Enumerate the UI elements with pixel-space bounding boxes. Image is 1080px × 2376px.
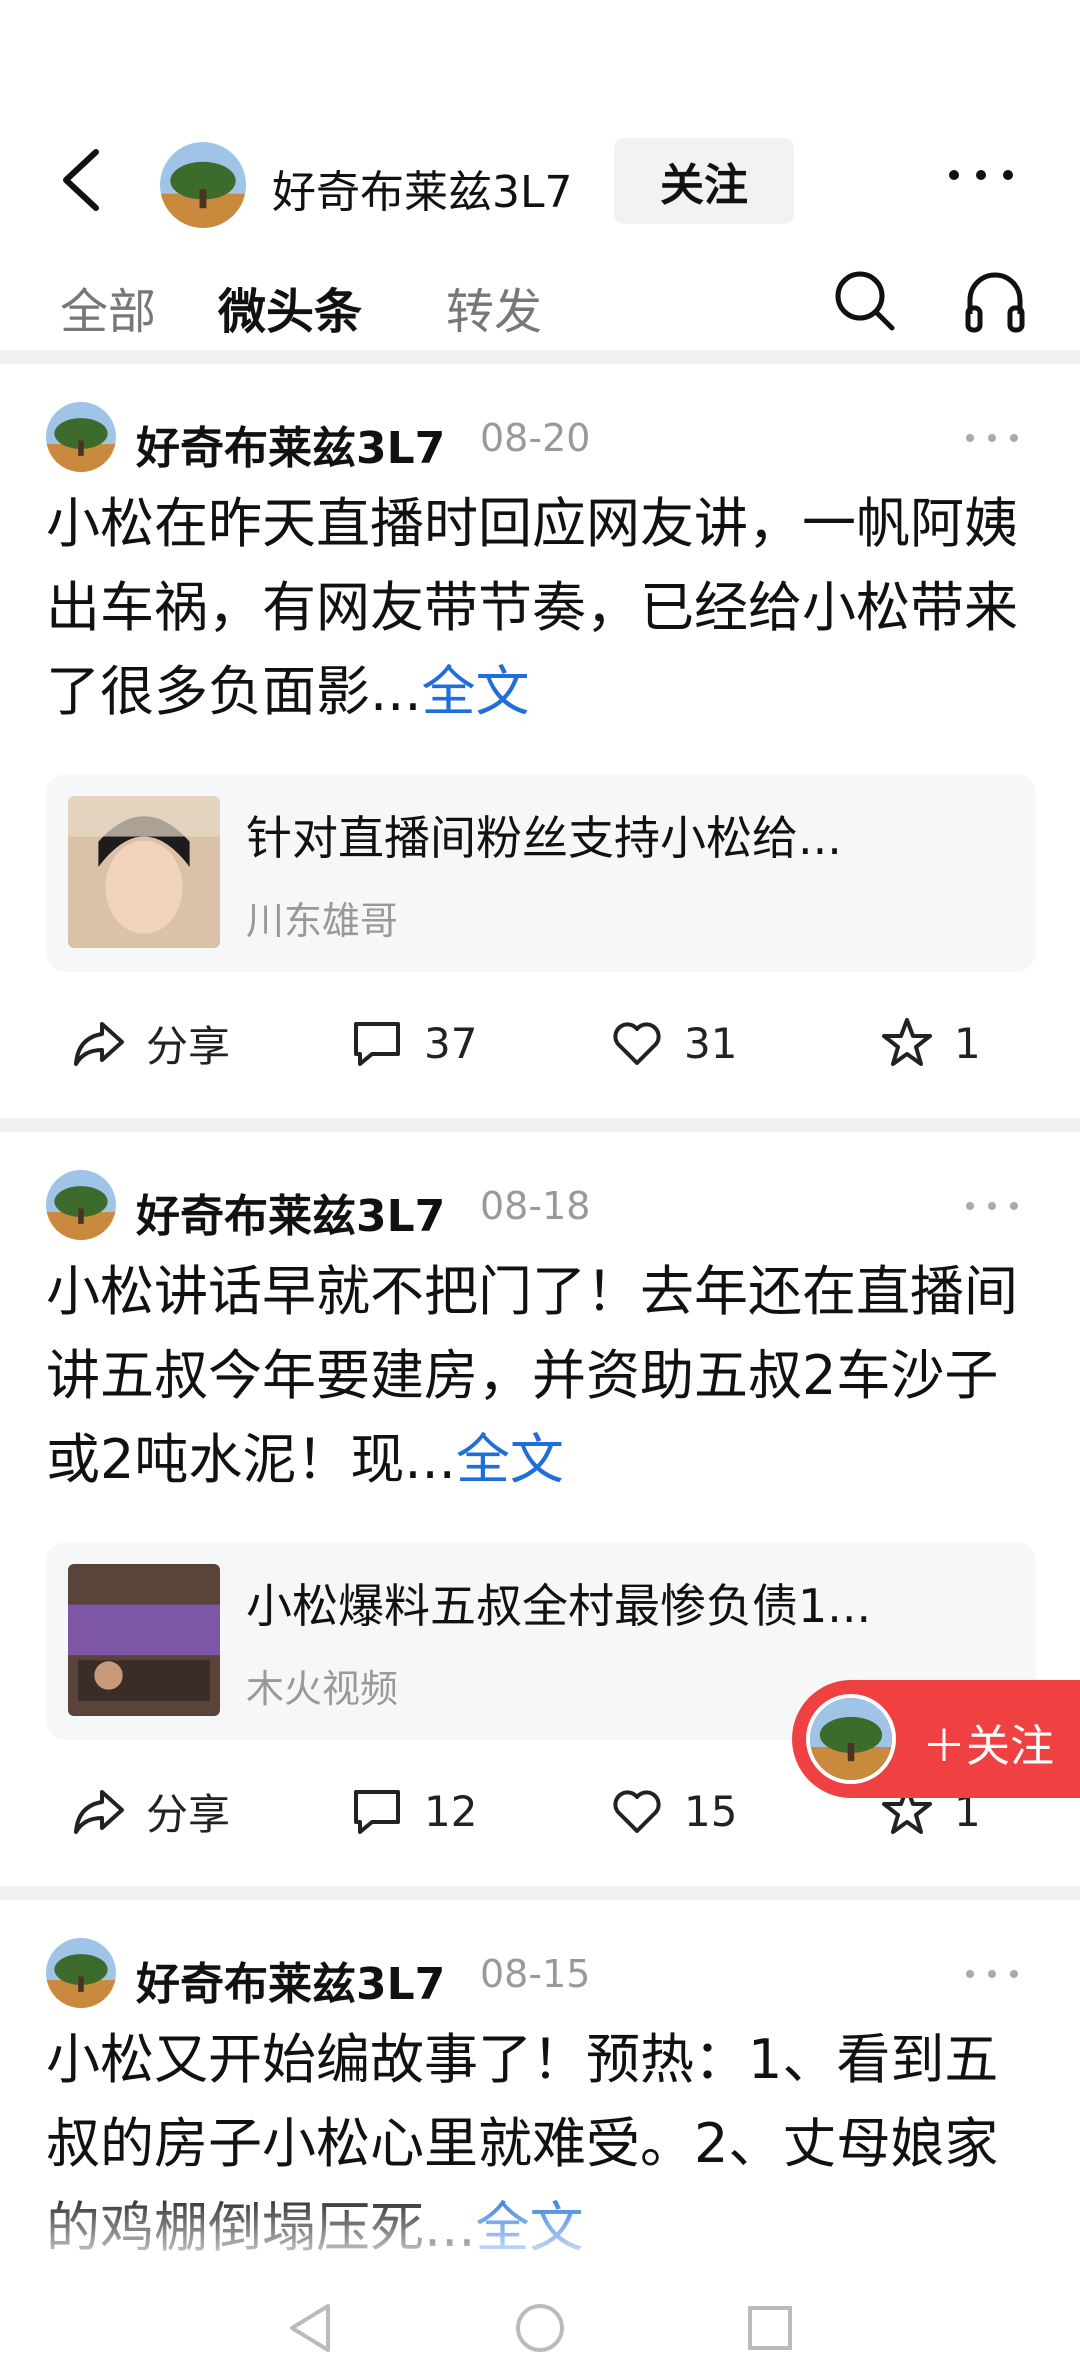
bottom-fade xyxy=(0,2186,1080,2276)
nav-back-icon[interactable] xyxy=(280,2298,340,2358)
search-icon[interactable] xyxy=(832,268,898,334)
comment-button[interactable]: 12 xyxy=(350,1766,477,1856)
account-name: 好奇布莱兹3L7 xyxy=(272,167,573,218)
favorite-count: 1 xyxy=(954,1018,981,1068)
comment-icon xyxy=(354,1022,400,1066)
read-more-link[interactable]: 全文 xyxy=(422,660,530,723)
quote-title: 小松爆料五叔全村最惨负债1... xyxy=(246,1579,872,1633)
heart-icon xyxy=(613,1022,661,1065)
post-header: 好奇布莱兹3L7 08-15 xyxy=(46,1938,1036,2010)
top-bar: 好奇布莱兹3L7 关注 xyxy=(0,130,1080,230)
share-label: 分享 xyxy=(146,1021,231,1071)
system-nav-bar xyxy=(0,2276,1080,2376)
comment-button[interactable]: 37 xyxy=(350,998,477,1088)
like-button[interactable]: 15 xyxy=(610,1766,737,1856)
quote-source: 川东雄哥 xyxy=(246,899,399,943)
like-count: 31 xyxy=(684,1018,738,1068)
favorite-button[interactable]: 1 xyxy=(880,998,981,1088)
share-button[interactable]: 分享 xyxy=(72,1766,230,1856)
read-more-link[interactable]: 全文 xyxy=(456,1428,564,1491)
author-avatar[interactable] xyxy=(46,1938,116,2008)
back-arrow-icon[interactable] xyxy=(58,148,106,212)
post-date: 08-18 xyxy=(480,1184,591,1228)
post-text[interactable]: 小松讲话早就不把门了！去年还在直播间讲五叔今年要建房，并资助五叔2车沙子或2吨水… xyxy=(46,1250,1036,1502)
star-icon xyxy=(882,1018,932,1066)
headphone-icon[interactable] xyxy=(962,268,1028,334)
tab-all[interactable]: 全部 xyxy=(60,272,156,342)
nav-recents-icon[interactable] xyxy=(740,2298,800,2358)
author-avatar[interactable] xyxy=(46,402,116,472)
post-actions: 分享 37 31 1 xyxy=(0,998,1080,1088)
post-author[interactable]: 好奇布莱兹3L7 xyxy=(136,1948,445,2012)
divider xyxy=(0,350,1080,364)
post-card[interactable]: 好奇布莱兹3L7 08-20 小松在昨天直播时回应网友讲，一帆阿姨出车祸，有网友… xyxy=(0,364,1080,1114)
quote-title: 针对直播间粉丝支持小松给... xyxy=(246,811,842,865)
content-tabs: 全部 微头条 转发 xyxy=(0,258,1080,348)
author-avatar[interactable] xyxy=(46,1170,116,1240)
post-author[interactable]: 好奇布莱兹3L7 xyxy=(136,1180,445,1244)
follow-button[interactable]: 关注 xyxy=(614,138,794,224)
comment-count: 37 xyxy=(424,1018,478,1068)
share-label: 分享 xyxy=(146,1789,231,1839)
comment-icon xyxy=(354,1790,400,1834)
video-thumbnail xyxy=(68,796,220,948)
comment-count: 12 xyxy=(424,1786,478,1836)
post-author[interactable]: 好奇布莱兹3L7 xyxy=(136,412,445,476)
post-more-icon[interactable] xyxy=(964,1198,1020,1214)
share-icon xyxy=(74,1022,124,1066)
post-text[interactable]: 小松在昨天直播时回应网友讲，一帆阿姨出车祸，有网友带节奏，已经给小松带来了很多负… xyxy=(46,482,1036,734)
divider xyxy=(0,1886,1080,1900)
post-more-icon[interactable] xyxy=(964,430,1020,446)
quote-source: 木火视频 xyxy=(246,1667,399,1711)
like-button[interactable]: 31 xyxy=(610,998,737,1088)
account-avatar[interactable] xyxy=(160,142,246,228)
more-options-icon[interactable] xyxy=(946,160,1016,190)
heart-icon xyxy=(613,1790,661,1833)
post-date: 08-15 xyxy=(480,1952,591,1996)
floating-follow-button[interactable]: ＋关注 xyxy=(792,1680,1080,1798)
divider xyxy=(0,1118,1080,1132)
like-count: 15 xyxy=(684,1786,738,1836)
floating-follow-label: ＋关注 xyxy=(922,1721,1054,1772)
post-header: 好奇布莱兹3L7 08-20 xyxy=(46,402,1036,474)
tab-reposts[interactable]: 转发 xyxy=(446,272,542,342)
post-date: 08-20 xyxy=(480,416,591,460)
quoted-video-card[interactable]: 针对直播间粉丝支持小松给... 川东雄哥 xyxy=(46,774,1036,972)
share-icon xyxy=(74,1790,124,1834)
video-thumbnail xyxy=(68,1564,220,1716)
post-header: 好奇布莱兹3L7 08-18 xyxy=(46,1170,1036,1242)
floating-avatar xyxy=(806,1694,896,1784)
tab-micro-headlines[interactable]: 微头条 xyxy=(218,272,362,342)
post-more-icon[interactable] xyxy=(964,1966,1020,1982)
share-button[interactable]: 分享 xyxy=(72,998,230,1088)
nav-home-icon[interactable] xyxy=(510,2298,570,2358)
